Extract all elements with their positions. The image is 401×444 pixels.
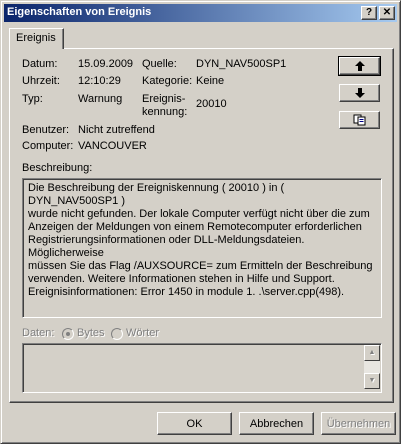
scroll-up-icon: ▲ <box>368 349 376 356</box>
copy-icon <box>353 114 365 126</box>
data-label: Daten: <box>22 327 55 339</box>
description-line: Ereignisinformationen: Error 1450 in mod… <box>28 286 345 298</box>
description-textbox[interactable]: Die Beschreibung der Ereigniskennung ( 2… <box>22 178 382 318</box>
description-line: müssen Sie das Flag /AUXSOURCE= zum Ermi… <box>28 260 373 272</box>
apply-button[interactable]: Übernehmen <box>321 412 396 435</box>
close-icon: ✕ <box>382 7 392 18</box>
arrow-up-icon <box>354 61 365 71</box>
window-title: Eigenschaften von Ereignis <box>7 6 152 18</box>
kategorie-value: Keine <box>196 75 225 87</box>
ok-button-label: OK <box>186 417 203 430</box>
scroll-down-icon: ▼ <box>368 377 376 384</box>
cancel-button-label: Abbrechen <box>249 417 304 430</box>
copy-button[interactable] <box>339 111 380 129</box>
datum-value: 15.09.2009 <box>78 58 134 70</box>
data-textbox[interactable]: ▲ ▼ <box>22 343 382 393</box>
help-button[interactable]: ? <box>361 6 377 20</box>
computer-value: VANCOUVER <box>78 140 147 152</box>
datum-label: Datum: <box>22 58 58 70</box>
quelle-label: Quelle: <box>142 58 177 70</box>
description-line: verwenden. Weitere Informationen stehen … <box>28 273 335 285</box>
computer-label: Computer: <box>22 140 74 152</box>
description-text: Die Beschreibung der Ereigniskennung ( 2… <box>28 182 373 299</box>
tab-ereignis[interactable]: Ereignis <box>9 28 64 49</box>
description-line: wurde nicht gefunden. Der lokale Compute… <box>28 208 370 220</box>
typ-label: Typ: <box>22 93 43 105</box>
bytes-label: Bytes <box>77 327 105 339</box>
help-icon: ? <box>365 7 373 18</box>
words-label: Wörter <box>126 327 159 339</box>
quelle-value: DYN_NAV500SP1 <box>196 58 287 70</box>
kennung-label-line1: Ereignis- <box>142 93 186 105</box>
scroll-down-button[interactable]: ▼ <box>364 373 380 389</box>
benutzer-value: Nicht zutreffend <box>78 124 155 136</box>
words-radio[interactable] <box>111 328 123 340</box>
kennung-label-line2: kennung: <box>142 106 188 118</box>
close-button[interactable]: ✕ <box>379 6 395 20</box>
data-scrollbar[interactable]: ▲ ▼ <box>364 345 380 389</box>
apply-button-label: Übernehmen <box>326 417 391 430</box>
event-properties-window: Eigenschaften von Ereignis ? ✕ Ereignis … <box>0 0 401 444</box>
scroll-up-button[interactable]: ▲ <box>364 345 380 361</box>
ok-button[interactable]: OK <box>157 412 232 435</box>
uhrzeit-value: 12:10:29 <box>78 75 121 87</box>
description-label: Beschreibung: <box>22 162 93 174</box>
typ-value: Warnung <box>78 93 123 105</box>
previous-event-button[interactable] <box>338 56 381 76</box>
tab-label: Ereignis <box>16 32 56 44</box>
uhrzeit-label: Uhrzeit: <box>22 75 60 87</box>
kategorie-label: Kategorie: <box>142 75 193 87</box>
description-line: Die Beschreibung der Ereigniskennung ( 2… <box>28 182 285 207</box>
description-line: Registrierungsinformationen oder DLL-Mel… <box>28 234 305 259</box>
title-bar: Eigenschaften von Ereignis ? ✕ <box>4 4 397 22</box>
description-line: Anzeigen der Meldungen von einem Remotec… <box>28 221 362 233</box>
bytes-radio[interactable] <box>62 328 74 340</box>
kennung-value: 20010 <box>196 98 227 110</box>
benutzer-label: Benutzer: <box>22 124 70 136</box>
cancel-button[interactable]: Abbrechen <box>239 412 314 435</box>
arrow-down-icon <box>354 88 365 98</box>
next-event-button[interactable] <box>339 84 380 102</box>
